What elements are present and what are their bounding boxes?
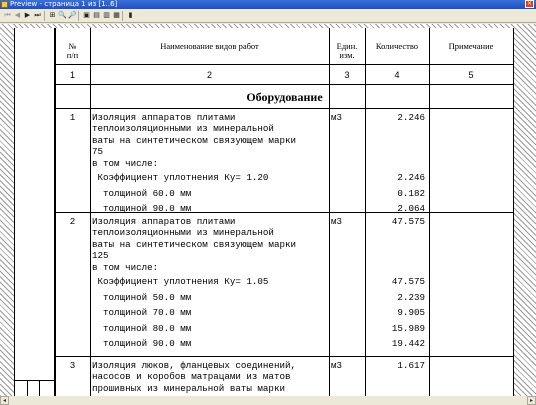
toolbar-separator	[78, 11, 79, 21]
row-quantity: 2.246	[397, 112, 425, 123]
setup-icon[interactable]: ▤	[92, 11, 101, 20]
header-qty: Количество	[375, 41, 419, 51]
col-number-4: 4	[394, 70, 400, 80]
row-description-line: Изоляция люков, фланцевых соединений,	[92, 360, 296, 371]
row-quantity: 1.617	[397, 360, 425, 371]
toolbar: ⏮ ◀ ▶ ⏭ ⊞ 🔍 🔎 ▣ ▤ ▥ ▦ ▮	[0, 9, 536, 23]
section-title: Оборудование	[246, 90, 323, 104]
row-number: 3	[69, 360, 76, 371]
row-description-line: 125	[92, 250, 109, 262]
horizontal-scrollbar[interactable]: ◂ ▸	[0, 396, 536, 405]
row-sub-quantity: 47.575	[391, 276, 425, 287]
stamp-frame	[15, 380, 54, 396]
row-unit: м3	[331, 216, 343, 227]
first-page-icon[interactable]: ⏮	[3, 11, 12, 20]
header-unit: Един. изм.	[336, 41, 358, 60]
preview-viewport[interactable]: № п/п Наименование видов работ Един. изм…	[0, 24, 536, 396]
row-description-line: теплоизоляционными из минеральной	[92, 227, 274, 239]
col-number-5: 5	[468, 70, 474, 80]
row-sub-label: Коэффициент уплотнения Ку= 1.05	[92, 276, 269, 287]
window-titlebar: Preview - страница 1 из [1..6] ×	[0, 0, 536, 9]
row-description-line: Изоляция аппаратов плитами	[92, 112, 236, 123]
row-quantity: 47.575	[391, 216, 425, 227]
row-sub-quantity: 9.905	[397, 307, 425, 318]
row-unit: м3	[331, 112, 343, 123]
save-icon[interactable]: ▥	[102, 11, 111, 20]
row-description-line: насосов и коробов матрацами из матов	[92, 371, 291, 383]
zoom-fit-icon[interactable]: ⊞	[48, 11, 57, 20]
row-sub-label: толщиной 60.0 мм	[92, 187, 192, 199]
row-description-line: 75	[92, 146, 104, 158]
scroll-left-button[interactable]: ◂	[0, 396, 9, 405]
row-description-line: в том числе:	[92, 261, 159, 273]
col-number-1: 1	[69, 70, 75, 80]
header-num: № п/п	[66, 41, 79, 60]
row-sub-quantity: 2.239	[397, 291, 425, 303]
row-number: 1	[69, 112, 76, 123]
row-description-line: прошивных из минеральной ваты марки	[92, 382, 285, 394]
row-description-line: ваты на синтетическом связующем марки	[92, 134, 296, 146]
col-number-3: 3	[344, 70, 350, 80]
row-sub-label: толщиной 90.0 мм	[92, 338, 192, 349]
toolbar-separator	[122, 11, 123, 21]
zoom-out-icon[interactable]: 🔎	[68, 11, 77, 20]
next-page-icon[interactable]: ▶	[23, 11, 32, 20]
zoom-in-icon[interactable]: 🔍	[58, 11, 67, 20]
col-number-2: 2	[206, 70, 212, 80]
close-window-button[interactable]: ×	[525, 0, 534, 8]
app-icon	[1, 1, 8, 8]
print-icon[interactable]: ▣	[82, 11, 91, 20]
report-page: № п/п Наименование видов работ Един. изм…	[14, 28, 514, 396]
header-name: Наименование видов работ	[160, 41, 259, 51]
row-sub-label: толщиной 70.0 мм	[92, 307, 192, 318]
window-title: Preview - страница 1 из [1..6]	[10, 0, 118, 8]
row-sub-label: толщиной 50.0 мм	[92, 291, 192, 303]
row-sub-quantity: 2.246	[397, 172, 425, 183]
row-description-line: теплоизоляционными из минеральной	[92, 123, 274, 135]
row-sub-quantity: 15.989	[391, 322, 425, 334]
row-sub-quantity: 19.442	[391, 338, 425, 349]
export-icon[interactable]: ▦	[112, 11, 121, 20]
row-description-line: ваты на синтетическом связующем марки	[92, 238, 296, 250]
last-page-icon[interactable]: ⏭	[33, 11, 42, 20]
scroll-right-button[interactable]: ▸	[527, 396, 536, 405]
row-number: 2	[69, 216, 76, 227]
row-sub-quantity: 2.064	[397, 203, 425, 214]
row-sub-label: толщиной 80.0 мм	[92, 322, 192, 334]
works-table: № п/п Наименование видов работ Един. изм…	[55, 28, 514, 396]
row-description-line: Изоляция аппаратов плитами	[92, 216, 236, 227]
toolbar-separator	[44, 11, 45, 21]
row-unit: м3	[331, 360, 343, 371]
header-note: Примечание	[448, 41, 494, 51]
row-sub-label: Коэффициент уплотнения Ку= 1.20	[92, 172, 269, 183]
prev-page-icon[interactable]: ◀	[13, 11, 22, 20]
close-preview-icon[interactable]: ▮	[126, 11, 135, 20]
row-sub-label: толщиной 90.0 мм	[92, 203, 192, 214]
row-description-line: в том числе:	[92, 157, 159, 169]
row-sub-quantity: 0.182	[397, 187, 425, 199]
